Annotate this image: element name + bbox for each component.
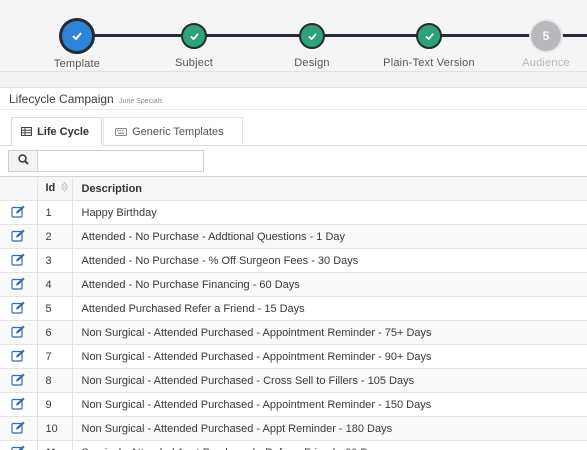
edit-icon[interactable] xyxy=(11,445,26,450)
id-cell: 2 xyxy=(37,224,73,249)
campaign-wizard: Template Subject Design Plain-Text Versi… xyxy=(0,0,587,72)
wizard-step-plain-text[interactable]: Plain-Text Version xyxy=(374,20,484,69)
id-cell: 1 xyxy=(37,200,73,225)
tab-life-cycle[interactable]: Life Cycle xyxy=(11,117,102,146)
id-cell: 8 xyxy=(37,368,73,393)
table-header-row: Id Description xyxy=(0,176,587,201)
edit-cell xyxy=(0,224,38,249)
description-column-header: Description xyxy=(72,176,587,201)
edit-cell xyxy=(0,200,38,225)
edit-icon[interactable] xyxy=(11,301,26,317)
description-cell: Non Surgical - Attended Purchased - Appo… xyxy=(72,344,587,369)
description-cell: Non Surgical - Attended Purchased - Appo… xyxy=(72,320,587,345)
panel-header: Lifecycle Campaign June Specials xyxy=(0,88,587,110)
tab-generic-templates[interactable]: Generic Templates xyxy=(103,117,243,146)
table-row[interactable]: 6 Non Surgical - Attended Purchased - App… xyxy=(0,320,587,345)
id-cell: 5 xyxy=(37,296,73,321)
id-cell: 4 xyxy=(37,272,73,297)
wizard-step-template[interactable]: Template xyxy=(22,18,132,70)
keyboard-icon xyxy=(115,127,127,139)
wizard-step-label: Audience xyxy=(522,57,570,69)
edit-icon[interactable] xyxy=(11,373,26,389)
edit-icon[interactable] xyxy=(11,397,26,413)
table-row[interactable]: 4 Attended - No Purchase Financing - 60 D… xyxy=(0,272,587,297)
tab-label: Life Cycle xyxy=(37,126,90,138)
edit-icon[interactable] xyxy=(11,325,26,341)
lifecycle-campaign-panel: Lifecycle Campaign June Specials Life Cy… xyxy=(0,87,587,450)
edit-icon[interactable] xyxy=(11,229,26,245)
id-cell: 3 xyxy=(37,248,73,273)
templates-table: Id Description 1 Happy Birthday 2 Attended … xyxy=(0,176,587,450)
table-row[interactable]: 8 Non Surgical - Attended Purchased - Cro… xyxy=(0,368,587,393)
id-cell: 9 xyxy=(37,392,73,417)
edit-icon[interactable] xyxy=(11,349,26,365)
edit-cell xyxy=(0,416,38,441)
edit-cell xyxy=(0,344,38,369)
table-row[interactable]: 7 Non Surgical - Attended Purchased - App… xyxy=(0,344,587,369)
table-row[interactable]: 9 Non Surgical - Attended Purchased - App… xyxy=(0,392,587,417)
edit-column-header xyxy=(0,176,38,201)
panel-subtitle: June Specials xyxy=(119,98,163,105)
table-icon xyxy=(21,127,32,139)
wizard-step-design[interactable]: Design xyxy=(257,20,367,69)
description-cell: Non Surgical - Attended Purchased - Appt… xyxy=(72,416,587,441)
table-row[interactable]: 10 Non Surgical - Attended Purchased - Ap… xyxy=(0,416,587,441)
id-cell: 10 xyxy=(37,416,73,441)
panel-title: Lifecycle Campaign xyxy=(9,92,114,106)
check-icon xyxy=(181,23,207,49)
sort-icon[interactable] xyxy=(61,182,69,195)
step-number: 5 xyxy=(529,19,563,53)
id-cell: 7 xyxy=(37,344,73,369)
description-cell: Attended Purchased Refer a Friend - 15 D… xyxy=(72,296,587,321)
wizard-step-label: Template xyxy=(53,58,101,70)
edit-cell xyxy=(0,368,38,393)
check-icon xyxy=(416,23,442,49)
description-cell: Non Surgical - Attended Purchased - Cros… xyxy=(72,368,587,393)
id-cell: 11 xyxy=(37,440,73,450)
description-cell: Attended - No Purchase - Addtional Quest… xyxy=(72,224,587,249)
edit-cell xyxy=(0,440,38,450)
wizard-step-audience[interactable]: 5 Audience xyxy=(491,19,587,69)
wizard-step-label: Plain-Text Version xyxy=(383,57,475,69)
table-row[interactable]: 3 Attended - No Purchase - % Off Surgeon … xyxy=(0,248,587,273)
tab-label: Generic Templates xyxy=(132,126,224,138)
description-cell: Happy Birthday xyxy=(72,200,587,225)
wizard-step-label: Subject xyxy=(174,57,214,69)
table-row[interactable]: 2 Attended - No Purchase - Addtional Ques… xyxy=(0,224,587,249)
table-body: 1 Happy Birthday 2 Attended - No Purchase -… xyxy=(0,200,587,450)
edit-icon[interactable] xyxy=(11,421,26,437)
edit-icon[interactable] xyxy=(11,277,26,293)
description-cell: Surgical - Attended Appt Purchased - Ref… xyxy=(72,440,587,450)
edit-icon[interactable] xyxy=(11,253,26,269)
edit-cell xyxy=(0,320,38,345)
edit-cell xyxy=(0,248,38,273)
check-icon xyxy=(59,18,95,54)
search-input[interactable] xyxy=(37,150,204,172)
id-cell: 6 xyxy=(37,320,73,345)
description-cell: Attended - No Purchase Financing - 60 Da… xyxy=(72,272,587,297)
table-row[interactable]: 5 Attended Purchased Refer a Friend - 15 … xyxy=(0,296,587,321)
search-button[interactable] xyxy=(8,150,38,172)
edit-cell xyxy=(0,392,38,417)
check-icon xyxy=(299,23,325,49)
edit-cell xyxy=(0,272,38,297)
table-row[interactable]: 1 Happy Birthday xyxy=(0,200,587,225)
table-row[interactable]: 11Surgical - Attended Appt Purchased - R… xyxy=(0,440,587,450)
description-cell: Attended - No Purchase - % Off Surgeon F… xyxy=(72,248,587,273)
column-label: Description xyxy=(81,182,143,195)
id-column-header[interactable]: Id xyxy=(37,176,73,201)
description-cell: Non Surgical - Attended Purchased - Appo… xyxy=(72,392,587,417)
edit-cell xyxy=(0,296,38,321)
edit-icon[interactable] xyxy=(11,205,26,221)
search-icon xyxy=(17,154,29,168)
column-label: Id xyxy=(45,182,56,194)
wizard-step-subject[interactable]: Subject xyxy=(139,20,249,69)
wizard-step-label: Design xyxy=(294,57,330,69)
